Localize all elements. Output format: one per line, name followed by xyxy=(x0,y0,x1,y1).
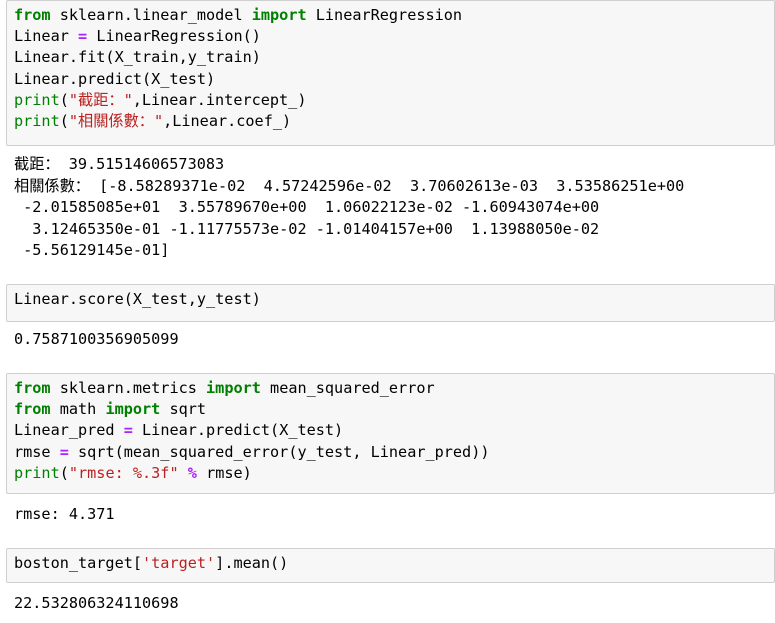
code-line: Linear_pred = Linear.predict(X_test) xyxy=(14,420,774,441)
code-token-bi: print xyxy=(14,112,60,131)
output-line: 相關係數： [-8.58289371e-02 4.57242596e-02 3.… xyxy=(14,176,685,195)
code-token: ( xyxy=(59,463,69,482)
code-line: Linear.score(X_test,y_test) xyxy=(14,289,774,310)
code-token: Linear_pred xyxy=(14,421,124,440)
code-token: sqrt(mean_squared_error(y_test, Linear_p… xyxy=(68,442,490,461)
code-token-op: = xyxy=(123,421,133,440)
code-token-str: "相關係數：" xyxy=(68,112,164,131)
code-token-kw: import xyxy=(105,400,161,419)
code-cell-2[interactable]: Linear.score(X_test,y_test) xyxy=(6,284,775,322)
code-token: sklearn.metrics xyxy=(50,379,207,397)
code-token: LinearRegression xyxy=(306,6,463,24)
code-token: boston_target[ xyxy=(14,554,143,572)
code-token: Linear.score(X_test,y_test) xyxy=(14,290,261,308)
code-cell-3[interactable]: from sklearn.metrics import mean_squared… xyxy=(6,373,775,494)
code-token: sqrt xyxy=(160,400,207,419)
code-token: math xyxy=(50,400,106,419)
code-token-bi: print xyxy=(14,463,60,482)
output-line: rmse: 4.371 xyxy=(14,505,115,523)
code-token: mean_squared_error xyxy=(260,379,435,397)
code-line: from math import sqrt xyxy=(14,399,774,420)
code-line: from sklearn.metrics import mean_squared… xyxy=(14,378,774,399)
code-token-kw: from xyxy=(14,400,51,419)
code-input[interactable]: from sklearn.metrics import mean_squared… xyxy=(7,374,774,484)
code-cell-4[interactable]: boston_target['target'].mean() xyxy=(6,548,775,583)
code-token: LinearRegression() xyxy=(87,27,261,46)
code-token-kw: from xyxy=(14,379,51,397)
code-token-kw: import xyxy=(251,6,307,24)
code-line: print("相關係數：",Linear.coef_) xyxy=(14,111,774,132)
code-token: ( xyxy=(59,112,69,131)
code-token: Linear.predict(X_test) xyxy=(14,69,216,88)
code-token-op: = xyxy=(59,442,69,461)
code-line: rmse = sqrt(mean_squared_error(y_test, L… xyxy=(14,442,774,463)
code-token: ,Linear.coef_) xyxy=(163,112,292,131)
code-line: print("截距：",Linear.intercept_) xyxy=(14,90,774,111)
code-input[interactable]: Linear.score(X_test,y_test) xyxy=(7,285,774,310)
code-token: Linear xyxy=(14,27,79,46)
cell-output-3: rmse: 4.371 xyxy=(14,504,115,526)
output-line: 0.7587100356905099 xyxy=(14,330,179,348)
code-token-bi: print xyxy=(14,90,60,109)
code-line: Linear = LinearRegression() xyxy=(14,26,774,47)
cell-output-4: 22.532806324110698 xyxy=(14,593,179,615)
code-token-op: % xyxy=(187,463,197,482)
code-token-str: "rmse: %.3f" xyxy=(68,463,179,482)
code-token-kw: from xyxy=(14,6,51,24)
code-token-str: "截距：" xyxy=(68,90,133,109)
cell-output-1: 截距： 39.51514606573083 相關係數： [-8.58289371e… xyxy=(14,154,684,262)
code-input[interactable]: boston_target['target'].mean() xyxy=(7,549,774,574)
code-input[interactable]: from sklearn.linear_model import LinearR… xyxy=(7,1,774,132)
code-line: boston_target['target'].mean() xyxy=(14,553,774,574)
code-token: rmse) xyxy=(196,463,252,482)
code-line: Linear.fit(X_train,y_train) xyxy=(14,47,774,68)
code-token: ,Linear.intercept_) xyxy=(132,90,307,109)
code-token-str: 'target' xyxy=(142,554,216,572)
output-line: 3.12465350e-01 -1.11775573e-02 -1.014041… xyxy=(14,219,600,238)
code-token: ( xyxy=(59,90,69,109)
code-token: ].mean() xyxy=(215,554,289,572)
cell-output-2: 0.7587100356905099 xyxy=(14,329,179,351)
output-line: 22.532806324110698 xyxy=(14,594,179,612)
code-line: print("rmse: %.3f" % rmse) xyxy=(14,463,774,484)
code-cell-1[interactable]: from sklearn.linear_model import LinearR… xyxy=(6,0,775,146)
code-line: from sklearn.linear_model import LinearR… xyxy=(14,5,774,26)
code-token-kw: import xyxy=(206,379,261,397)
code-token: Linear.fit(X_train,y_train) xyxy=(14,48,261,67)
output-line: -2.01585085e+01 3.55789670e+00 1.0602212… xyxy=(14,198,600,217)
code-token: rmse xyxy=(14,442,60,461)
code-token-op: = xyxy=(78,27,88,46)
code-token: Linear.predict(X_test) xyxy=(132,421,344,440)
output-line: 截距： 39.51514606573083 xyxy=(14,155,225,173)
output-line: -5.56129145e-01] xyxy=(14,241,170,260)
code-token: sklearn.linear_model xyxy=(50,6,252,24)
code-line: Linear.predict(X_test) xyxy=(14,69,774,90)
